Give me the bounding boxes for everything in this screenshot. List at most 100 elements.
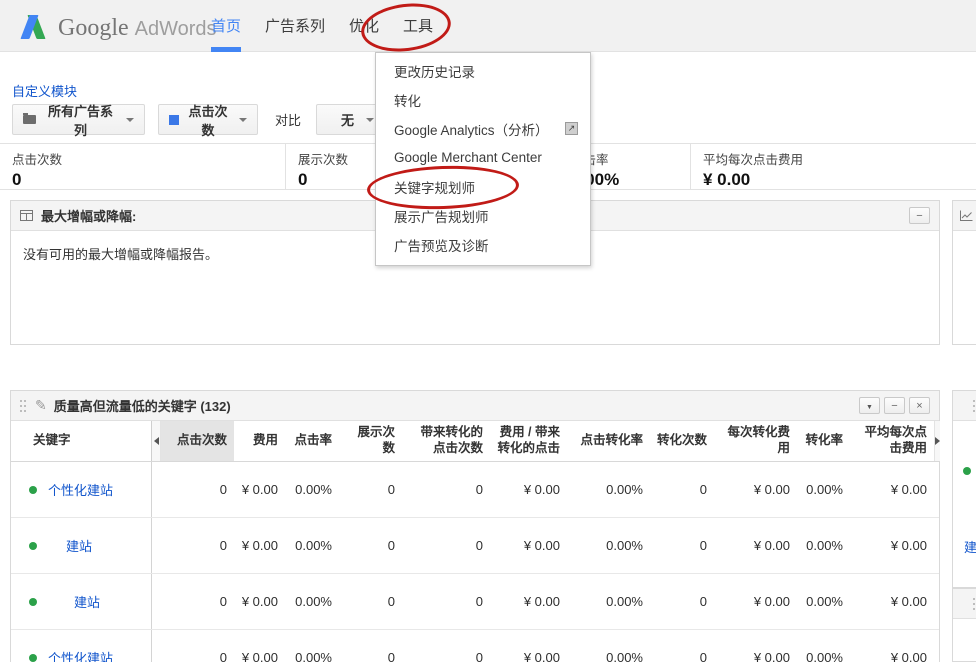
table-cell: 0 bbox=[339, 462, 402, 517]
nav-tab-opportunities[interactable]: 优化 bbox=[349, 15, 379, 36]
column-header-click-conversion-rate[interactable]: 点击转化率 bbox=[567, 421, 650, 461]
table-cell: 0 bbox=[161, 518, 234, 573]
close-panel-button[interactable]: × bbox=[909, 397, 930, 414]
column-header-conversion-rate[interactable]: 转化率 bbox=[797, 421, 850, 461]
table-cell: ¥ 0.00 bbox=[714, 630, 797, 662]
table-cell: ¥ 0.00 bbox=[234, 630, 285, 662]
nav-tab-campaigns[interactable]: 广告系列 bbox=[265, 15, 325, 36]
column-header-cost-per-conversion[interactable]: 每次转化费用 bbox=[714, 421, 797, 461]
panel-menu-button[interactable]: ▼ bbox=[859, 397, 880, 414]
folder-icon bbox=[23, 115, 36, 124]
collapse-left-icon bbox=[154, 437, 159, 445]
table-cell: 0.00% bbox=[797, 574, 850, 629]
stat-clicks: 点击次数 0 bbox=[0, 144, 285, 189]
table-cell: 0 bbox=[339, 518, 402, 573]
table-cell: 0 bbox=[161, 574, 234, 629]
table-cell: ¥ 0.00 bbox=[490, 462, 567, 517]
table-cell: ¥ 0.00 bbox=[714, 518, 797, 573]
column-header-impressions[interactable]: 展示次数 bbox=[339, 421, 402, 461]
edit-pencil-icon[interactable]: ✎ bbox=[35, 397, 47, 414]
external-link-icon: ↗ bbox=[565, 122, 578, 135]
status-dot-icon bbox=[29, 654, 37, 662]
table-cell: ¥ 0.00 bbox=[850, 462, 934, 517]
nav-tab-tools[interactable]: 工具 bbox=[403, 15, 433, 36]
partial-keyword-link[interactable]: 建 bbox=[964, 537, 976, 556]
column-header-avg-cpc[interactable]: 平均每次点击费用 bbox=[850, 421, 934, 461]
table-cell: 0.00% bbox=[285, 518, 339, 573]
keyword-link[interactable]: 建站 bbox=[66, 536, 92, 555]
keyword-link[interactable]: 建站 bbox=[74, 592, 100, 611]
column-header-ctr[interactable]: 点击率 bbox=[285, 421, 339, 461]
menu-item-change-history[interactable]: 更改历史记录 bbox=[376, 56, 590, 85]
table-cell: 0 bbox=[161, 462, 234, 517]
table-cell: 0.00% bbox=[285, 574, 339, 629]
table-row: 建站 0 ¥ 0.00 0.00% 0 0 ¥ 0.00 0.00% 0 ¥ 0… bbox=[11, 518, 939, 574]
adwords-logo[interactable]: Google AdWords bbox=[18, 9, 217, 42]
column-header-conversions[interactable]: 转化次数 bbox=[650, 421, 714, 461]
table-cell: 0.00% bbox=[285, 462, 339, 517]
table-cell: 0 bbox=[650, 574, 714, 629]
keywords-panel-header: ✎ 质量高但流量低的关键字 (132) ▼ − × bbox=[11, 391, 939, 421]
filter-toolbar: 所有广告系列 点击次数 对比 无 bbox=[12, 104, 399, 135]
menu-item-display-planner[interactable]: 展示广告规划师 bbox=[376, 201, 590, 230]
menu-item-keyword-planner[interactable]: 关键字规划师 bbox=[376, 172, 590, 201]
table-cell: 0 bbox=[161, 630, 234, 662]
table-cell: 0.00% bbox=[285, 630, 339, 662]
column-header-keyword[interactable]: 关键字 bbox=[11, 421, 152, 461]
metric-selector-label: 点击次数 bbox=[185, 101, 231, 139]
campaign-selector-button[interactable]: 所有广告系列 bbox=[12, 104, 145, 135]
dropdown-caret-icon bbox=[239, 118, 247, 122]
keyword-link[interactable]: 个性化建站 bbox=[48, 480, 113, 499]
metric-selector-button[interactable]: 点击次数 bbox=[158, 104, 258, 135]
table-cell: 0 bbox=[339, 574, 402, 629]
menu-item-google-analytics[interactable]: Google Analytics（分析） ↗ bbox=[376, 114, 590, 143]
table-cell: ¥ 0.00 bbox=[850, 630, 934, 662]
expand-columns-button[interactable] bbox=[934, 421, 940, 461]
menu-item-ad-preview[interactable]: 广告预览及诊断 bbox=[376, 230, 590, 259]
side-module-extra bbox=[952, 588, 976, 662]
table-cell: 0.00% bbox=[797, 518, 850, 573]
expand-right-icon bbox=[935, 437, 940, 445]
table-cell: 0 bbox=[650, 462, 714, 517]
status-dot-icon bbox=[29, 542, 37, 550]
table-cell: ¥ 0.00 bbox=[850, 518, 934, 573]
tools-dropdown-menu: 更改历史记录 转化 Google Analytics（分析） ↗ Google … bbox=[375, 52, 591, 266]
column-header-cost[interactable]: 费用 bbox=[234, 421, 285, 461]
active-tab-underline bbox=[211, 47, 241, 52]
compare-selector-label: 无 bbox=[341, 110, 354, 129]
column-header-clicks[interactable]: 点击次数 bbox=[161, 421, 234, 461]
table-cell: 0.00% bbox=[567, 462, 650, 517]
menu-item-merchant-center[interactable]: Google Merchant Center bbox=[376, 143, 590, 172]
keyword-link[interactable]: 个性化建站 bbox=[48, 648, 113, 662]
customize-modules-link[interactable]: 自定义模块 bbox=[12, 81, 77, 100]
column-header-converted-clicks[interactable]: 带来转化的点击次数 bbox=[402, 421, 490, 461]
side-module-keywords: 建 bbox=[952, 390, 976, 588]
table-cell: ¥ 0.00 bbox=[490, 574, 567, 629]
stat-avg-cpc: 平均每次点击费用 ¥ 0.00 bbox=[690, 144, 976, 189]
panel-title: 最大增幅或降幅: bbox=[41, 206, 136, 225]
table-cell: ¥ 0.00 bbox=[714, 574, 797, 629]
status-dot-icon bbox=[29, 598, 37, 606]
table-cell: ¥ 0.00 bbox=[490, 630, 567, 662]
table-cell: 0.00% bbox=[797, 630, 850, 662]
campaign-selector-label: 所有广告系列 bbox=[43, 101, 118, 139]
table-cell: 0 bbox=[650, 630, 714, 662]
menu-item-conversions[interactable]: 转化 bbox=[376, 85, 590, 114]
nav-tab-home[interactable]: 首页 bbox=[211, 15, 241, 36]
status-dot-icon bbox=[963, 467, 971, 475]
table-row: 个性化建站 0 ¥ 0.00 0.00% 0 0 ¥ 0.00 0.00% 0 … bbox=[11, 630, 939, 662]
compare-label: 对比 bbox=[275, 110, 301, 129]
table-cell: 0.00% bbox=[797, 462, 850, 517]
minimize-panel-button[interactable]: − bbox=[909, 207, 930, 224]
keywords-panel-title: 质量高但流量低的关键字 (132) bbox=[54, 396, 231, 415]
column-header-cost-per-converted-click[interactable]: 费用 / 带来转化的点击 bbox=[490, 421, 567, 461]
table-cell: 0 bbox=[650, 518, 714, 573]
menu-caret-icon: ▼ bbox=[866, 404, 873, 411]
collapse-columns-button[interactable] bbox=[152, 421, 161, 461]
dropdown-caret-icon bbox=[366, 118, 374, 122]
table-cell: 0.00% bbox=[567, 630, 650, 662]
drag-handle-icon[interactable] bbox=[20, 400, 26, 412]
minimize-panel-button[interactable]: − bbox=[884, 397, 905, 414]
table-cell: ¥ 0.00 bbox=[490, 518, 567, 573]
chart-icon bbox=[959, 210, 973, 222]
